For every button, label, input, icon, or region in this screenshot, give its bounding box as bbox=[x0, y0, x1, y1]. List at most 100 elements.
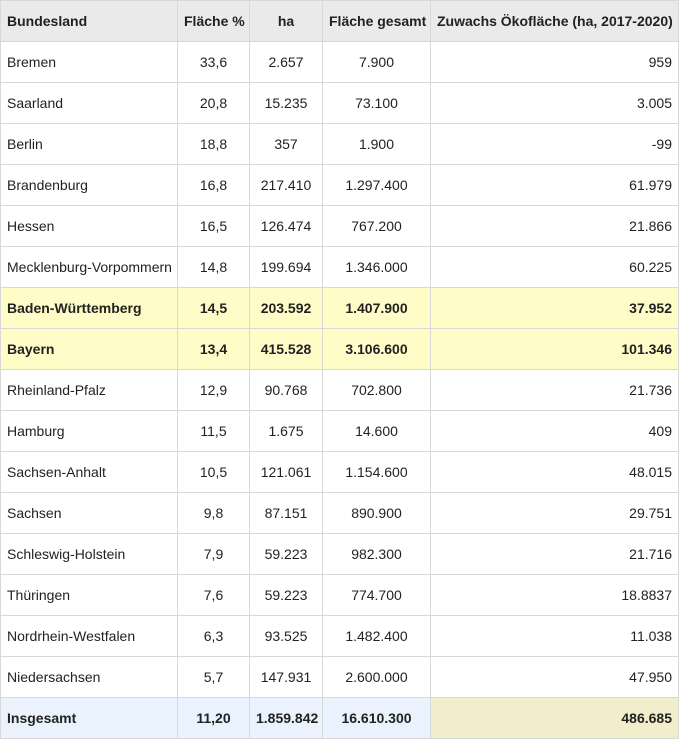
cell-bundesland: Hessen bbox=[0, 205, 178, 247]
header-ha: ha bbox=[249, 0, 323, 42]
cell-flaeche-prozent: 6,3 bbox=[177, 615, 250, 657]
cell-zuwachs: 3.005 bbox=[430, 82, 679, 124]
cell-flaeche-gesamt: 1.482.400 bbox=[322, 615, 431, 657]
cell-flaeche-gesamt: 1.154.600 bbox=[322, 451, 431, 493]
cell-flaeche-prozent: 14,5 bbox=[177, 287, 250, 329]
cell-flaeche-gesamt: 14.600 bbox=[322, 410, 431, 452]
table-row-highlighted: Bayern 13,4 415.528 3.106.600 101.346 bbox=[0, 328, 679, 370]
cell-flaeche-gesamt: 1.346.000 bbox=[322, 246, 431, 288]
cell-bundesland: Nordrhein-Westfalen bbox=[0, 615, 178, 657]
cell-zuwachs: -99 bbox=[430, 123, 679, 165]
cell-zuwachs: 60.225 bbox=[430, 246, 679, 288]
table-row: Sachsen 9,8 87.151 890.900 29.751 bbox=[0, 492, 679, 534]
cell-flaeche-gesamt: 890.900 bbox=[322, 492, 431, 534]
cell-zuwachs: 21.736 bbox=[430, 369, 679, 411]
table-row: Nordrhein-Westfalen 6,3 93.525 1.482.400… bbox=[0, 615, 679, 657]
cell-flaeche-prozent: 18,8 bbox=[177, 123, 250, 165]
header-row: Bundesland Fläche % ha Fläche gesamt Zuw… bbox=[0, 0, 679, 42]
cell-flaeche-gesamt: 7.900 bbox=[322, 41, 431, 83]
cell-zuwachs: 11.038 bbox=[430, 615, 679, 657]
cell-zuwachs: 37.952 bbox=[430, 287, 679, 329]
table-row: Schleswig-Holstein 7,9 59.223 982.300 21… bbox=[0, 533, 679, 575]
cell-ha: 147.931 bbox=[249, 656, 323, 698]
cell-flaeche-prozent: 13,4 bbox=[177, 328, 250, 370]
cell-flaeche-gesamt: 982.300 bbox=[322, 533, 431, 575]
table-body: Bremen 33,6 2.657 7.900 959 Saarland 20,… bbox=[0, 41, 679, 739]
table-row: Thüringen 7,6 59.223 774.700 18.8837 bbox=[0, 574, 679, 616]
cell-total-flaeche-prozent: 11,20 bbox=[177, 697, 250, 739]
cell-flaeche-gesamt: 702.800 bbox=[322, 369, 431, 411]
header-zuwachs-oekoflaeche: Zuwachs Ökofläche (ha, 2017-2020) bbox=[430, 0, 679, 42]
cell-bundesland: Sachsen bbox=[0, 492, 178, 534]
cell-flaeche-prozent: 14,8 bbox=[177, 246, 250, 288]
cell-flaeche-prozent: 7,6 bbox=[177, 574, 250, 616]
cell-zuwachs: 21.866 bbox=[430, 205, 679, 247]
cell-bundesland: Baden-Württemberg bbox=[0, 287, 178, 329]
table-row: Berlin 18,8 357 1.900 -99 bbox=[0, 123, 679, 165]
cell-flaeche-prozent: 12,9 bbox=[177, 369, 250, 411]
cell-flaeche-gesamt: 1.900 bbox=[322, 123, 431, 165]
cell-ha: 2.657 bbox=[249, 41, 323, 83]
cell-bundesland: Mecklenburg-Vorpommern bbox=[0, 246, 178, 288]
cell-ha: 199.694 bbox=[249, 246, 323, 288]
cell-bundesland: Thüringen bbox=[0, 574, 178, 616]
cell-bundesland: Bremen bbox=[0, 41, 178, 83]
cell-flaeche-prozent: 10,5 bbox=[177, 451, 250, 493]
cell-ha: 59.223 bbox=[249, 574, 323, 616]
cell-flaeche-gesamt: 3.106.600 bbox=[322, 328, 431, 370]
table-row: Hamburg 11,5 1.675 14.600 409 bbox=[0, 410, 679, 452]
table-row: Mecklenburg-Vorpommern 14,8 199.694 1.34… bbox=[0, 246, 679, 288]
cell-total-flaeche-gesamt: 16.610.300 bbox=[322, 697, 431, 739]
cell-flaeche-gesamt: 2.600.000 bbox=[322, 656, 431, 698]
cell-zuwachs: 29.751 bbox=[430, 492, 679, 534]
cell-zuwachs: 959 bbox=[430, 41, 679, 83]
cell-bundesland: Rheinland-Pfalz bbox=[0, 369, 178, 411]
cell-ha: 357 bbox=[249, 123, 323, 165]
cell-total-ha: 1.859.842 bbox=[249, 697, 323, 739]
cell-flaeche-prozent: 9,8 bbox=[177, 492, 250, 534]
cell-zuwachs: 409 bbox=[430, 410, 679, 452]
cell-ha: 121.061 bbox=[249, 451, 323, 493]
table-row-total: Insgesamt 11,20 1.859.842 16.610.300 486… bbox=[0, 697, 679, 739]
cell-bundesland: Schleswig-Holstein bbox=[0, 533, 178, 575]
cell-ha: 93.525 bbox=[249, 615, 323, 657]
cell-zuwachs: 61.979 bbox=[430, 164, 679, 206]
cell-flaeche-gesamt: 73.100 bbox=[322, 82, 431, 124]
cell-bundesland: Niedersachsen bbox=[0, 656, 178, 698]
cell-total-label: Insgesamt bbox=[0, 697, 178, 739]
cell-ha: 217.410 bbox=[249, 164, 323, 206]
cell-zuwachs: 101.346 bbox=[430, 328, 679, 370]
table-row: Niedersachsen 5,7 147.931 2.600.000 47.9… bbox=[0, 656, 679, 698]
cell-flaeche-gesamt: 1.297.400 bbox=[322, 164, 431, 206]
cell-ha: 1.675 bbox=[249, 410, 323, 452]
cell-ha: 87.151 bbox=[249, 492, 323, 534]
cell-flaeche-prozent: 33,6 bbox=[177, 41, 250, 83]
cell-flaeche-gesamt: 774.700 bbox=[322, 574, 431, 616]
cell-bundesland: Hamburg bbox=[0, 410, 178, 452]
table-row-highlighted: Baden-Württemberg 14,5 203.592 1.407.900… bbox=[0, 287, 679, 329]
cell-ha: 203.592 bbox=[249, 287, 323, 329]
cell-flaeche-prozent: 11,5 bbox=[177, 410, 250, 452]
cell-flaeche-prozent: 7,9 bbox=[177, 533, 250, 575]
data-table: Bundesland Fläche % ha Fläche gesamt Zuw… bbox=[0, 0, 679, 739]
cell-bundesland: Sachsen-Anhalt bbox=[0, 451, 178, 493]
cell-flaeche-prozent: 20,8 bbox=[177, 82, 250, 124]
cell-zuwachs: 21.716 bbox=[430, 533, 679, 575]
table-row: Sachsen-Anhalt 10,5 121.061 1.154.600 48… bbox=[0, 451, 679, 493]
cell-bundesland: Berlin bbox=[0, 123, 178, 165]
cell-ha: 90.768 bbox=[249, 369, 323, 411]
cell-flaeche-gesamt: 767.200 bbox=[322, 205, 431, 247]
cell-bundesland: Bayern bbox=[0, 328, 178, 370]
cell-zuwachs: 47.950 bbox=[430, 656, 679, 698]
table-row: Hessen 16,5 126.474 767.200 21.866 bbox=[0, 205, 679, 247]
cell-ha: 126.474 bbox=[249, 205, 323, 247]
cell-ha: 59.223 bbox=[249, 533, 323, 575]
cell-flaeche-gesamt: 1.407.900 bbox=[322, 287, 431, 329]
header-flaeche-prozent: Fläche % bbox=[177, 0, 250, 42]
cell-flaeche-prozent: 16,8 bbox=[177, 164, 250, 206]
table-row: Bremen 33,6 2.657 7.900 959 bbox=[0, 41, 679, 83]
cell-zuwachs: 18.8837 bbox=[430, 574, 679, 616]
header-flaeche-gesamt: Fläche gesamt bbox=[322, 0, 431, 42]
table-row: Rheinland-Pfalz 12,9 90.768 702.800 21.7… bbox=[0, 369, 679, 411]
cell-bundesland: Brandenburg bbox=[0, 164, 178, 206]
